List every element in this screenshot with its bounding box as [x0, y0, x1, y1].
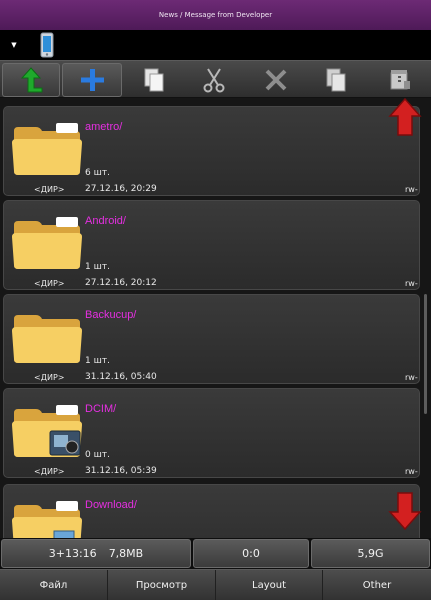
new-button[interactable] — [62, 63, 122, 97]
file-type: <ДИР> — [34, 279, 65, 288]
paste-pages-icon — [326, 68, 346, 92]
toolbar — [0, 60, 431, 98]
arrow-up-green-icon — [20, 67, 43, 93]
file-list: ametro/ 6 шт. <ДИР> 27.12.16, 20:29 rw- … — [0, 98, 431, 538]
copy-pages-icon — [144, 68, 164, 92]
total-size: 7,8MB — [108, 547, 144, 560]
window-title: News / Message from Developer — [158, 11, 273, 19]
status-bar: 3+13:16 7,8MB 0:0 5,9G — [0, 538, 431, 569]
tab-view[interactable]: Просмотр — [108, 570, 216, 600]
selection-summary[interactable]: 3+13:16 7,8MB — [1, 539, 191, 568]
cross-icon — [265, 69, 287, 91]
file-permissions: rw- — [405, 467, 418, 476]
file-count: 0 шт. — [85, 450, 110, 460]
tab-other[interactable]: Other — [323, 570, 431, 600]
tab-layout[interactable]: Layout — [216, 570, 323, 600]
cut-button[interactable] — [192, 63, 236, 97]
list-item[interactable]: Android/ 1 шт. <ДИР> 27.12.16, 20:12 rw- — [3, 200, 420, 290]
file-date: 31.12.16, 05:40 — [85, 372, 157, 382]
file-name: Android/ — [85, 215, 126, 227]
scissors-icon — [203, 68, 225, 93]
folder-download-icon — [12, 501, 82, 538]
file-type: <ДИР> — [34, 373, 65, 382]
drive-dropdown-button[interactable]: ▼ — [6, 38, 22, 52]
file-count: 1 шт. — [85, 356, 110, 366]
folder-icon — [12, 123, 82, 175]
file-count: 6 шт. — [85, 168, 110, 178]
title-bar: News / Message from Developer — [0, 0, 431, 30]
archive-button[interactable] — [378, 63, 422, 97]
zip-archive-icon — [390, 70, 410, 90]
file-permissions: rw- — [405, 185, 418, 194]
free-space-value: 5,9G — [357, 547, 384, 560]
drive-bar: ▼ — [0, 30, 431, 60]
bottom-menu-bar: Файл Просмотр Layout Other — [0, 569, 431, 600]
selected-summary[interactable]: 0:0 — [193, 539, 309, 568]
plus-blue-icon — [81, 69, 104, 91]
file-permissions: rw- — [405, 373, 418, 382]
file-type: <ДИР> — [34, 467, 65, 476]
paste-button[interactable] — [314, 63, 358, 97]
file-permissions: rw- — [405, 279, 418, 288]
file-name: Download/ — [85, 499, 137, 511]
file-name: DCIM/ — [85, 403, 117, 415]
selection-count: 3+13:16 — [48, 547, 97, 560]
tab-file[interactable]: Файл — [0, 570, 108, 600]
list-item[interactable]: DCIM/ 0 шт. <ДИР> 31.12.16, 05:39 rw- — [3, 388, 420, 478]
list-item[interactable]: Backucup/ 1 шт. <ДИР> 31.12.16, 05:40 rw… — [3, 294, 420, 384]
copy-button[interactable] — [132, 63, 176, 97]
folder-icon — [12, 315, 82, 363]
selected-count: 0:0 — [242, 547, 260, 560]
file-date: 27.12.16, 20:29 — [85, 184, 157, 194]
delete-button[interactable] — [254, 63, 298, 97]
phone-icon[interactable] — [36, 32, 58, 58]
file-name: Backucup/ — [85, 309, 137, 321]
file-type: <ДИР> — [34, 185, 65, 194]
scroll-up-arrow-icon[interactable] — [388, 96, 422, 138]
folder-camera-icon — [12, 405, 82, 457]
file-date: 27.12.16, 20:12 — [85, 278, 157, 288]
list-item[interactable]: Download/ — [3, 484, 420, 538]
folder-icon — [12, 217, 82, 269]
go-up-button[interactable] — [2, 63, 60, 97]
scrollbar[interactable] — [424, 294, 427, 414]
file-name: ametro/ — [85, 121, 123, 133]
list-item[interactable]: ametro/ 6 шт. <ДИР> 27.12.16, 20:29 rw- — [3, 106, 420, 196]
scroll-down-arrow-icon[interactable] — [388, 490, 422, 532]
free-space[interactable]: 5,9G — [311, 539, 430, 568]
file-date: 31.12.16, 05:39 — [85, 466, 157, 476]
file-count: 1 шт. — [85, 262, 110, 272]
